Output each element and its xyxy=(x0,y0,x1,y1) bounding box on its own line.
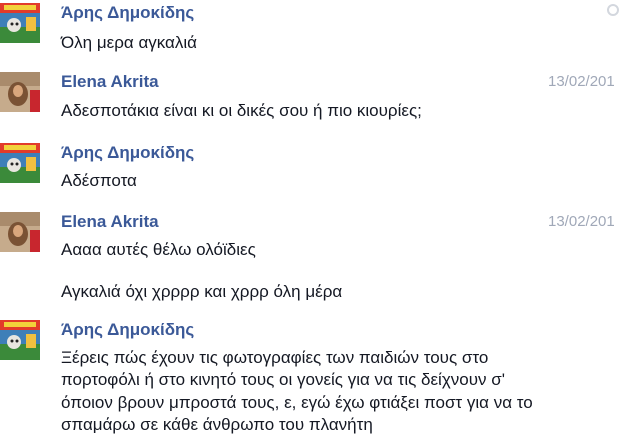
avatar[interactable] xyxy=(0,3,40,43)
message-text: Αδεσποτάκια είναι κι οι δικές σου ή πιο … xyxy=(61,101,422,120)
message-text: Αδέσποτα xyxy=(61,171,137,190)
message-text: Αααα αυτές θέλω ολόϊδιες xyxy=(61,240,256,259)
timestamp: 13/02/201 xyxy=(548,213,615,230)
message-text: πορτοφόλι ή στο κινητό τους οι γονείς γι… xyxy=(61,370,505,389)
message-text: Όλη μερα αγκαλιά xyxy=(61,33,197,52)
avatar[interactable] xyxy=(0,212,40,252)
sender-name[interactable]: Άρης Δημοκίδης xyxy=(61,143,194,163)
sender-name[interactable]: Άρης Δημοκίδης xyxy=(61,3,194,23)
sender-name[interactable]: Άρης Δημοκίδης xyxy=(61,320,194,340)
timestamp: 13/02/201 xyxy=(548,73,615,90)
sender-name[interactable]: Elena Akrita xyxy=(61,212,159,232)
message-text: Ξέρεις πώς έχουν τις φωτογραφίες των παι… xyxy=(61,348,489,367)
avatar[interactable] xyxy=(0,320,40,360)
avatar[interactable] xyxy=(0,143,40,183)
message-text: σπαμάρω σε κάθε άνθρωπο του πλανήτη xyxy=(61,415,373,434)
settings-icon[interactable] xyxy=(607,4,619,16)
message-text: Αγκαλιά όχι χρρρρ και χρρρ όλη μέρα xyxy=(61,282,343,301)
avatar[interactable] xyxy=(0,72,40,112)
sender-name[interactable]: Elena Akrita xyxy=(61,72,159,92)
message-text: όποιον βρουν μπροστά τους, ε, εγώ έχω φτ… xyxy=(61,393,533,412)
